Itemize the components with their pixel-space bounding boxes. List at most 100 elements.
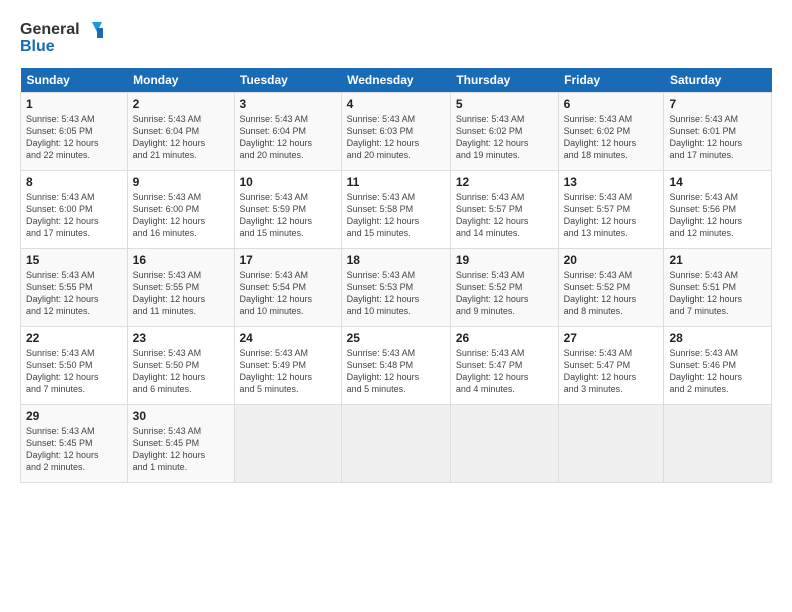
day-number: 30: [133, 409, 229, 423]
day-detail: Sunrise: 5:43 AMSunset: 5:50 PMDaylight:…: [26, 347, 122, 396]
day-detail: Sunrise: 5:43 AMSunset: 5:52 PMDaylight:…: [564, 269, 659, 318]
table-row: 9 Sunrise: 5:43 AMSunset: 6:00 PMDaylight…: [127, 171, 234, 249]
table-row: 17 Sunrise: 5:43 AMSunset: 5:54 PMDayligh…: [234, 249, 341, 327]
day-number: 11: [347, 175, 445, 189]
table-row: 27 Sunrise: 5:43 AMSunset: 5:47 PMDayligh…: [558, 327, 664, 405]
logo: General Blue: [20, 20, 104, 56]
day-detail: Sunrise: 5:43 AMSunset: 6:02 PMDaylight:…: [456, 113, 553, 162]
day-number: 12: [456, 175, 553, 189]
table-row: 14 Sunrise: 5:43 AMSunset: 5:56 PMDayligh…: [664, 171, 772, 249]
col-header-thursday: Thursday: [450, 68, 558, 93]
day-detail: Sunrise: 5:43 AMSunset: 6:02 PMDaylight:…: [564, 113, 659, 162]
day-number: 5: [456, 97, 553, 111]
table-row: 12 Sunrise: 5:43 AMSunset: 5:57 PMDayligh…: [450, 171, 558, 249]
col-header-tuesday: Tuesday: [234, 68, 341, 93]
day-detail: Sunrise: 5:43 AMSunset: 5:59 PMDaylight:…: [240, 191, 336, 240]
day-number: 15: [26, 253, 122, 267]
table-row: 7 Sunrise: 5:43 AMSunset: 6:01 PMDaylight…: [664, 93, 772, 171]
day-number: 19: [456, 253, 553, 267]
day-number: 16: [133, 253, 229, 267]
col-header-sunday: Sunday: [21, 68, 128, 93]
table-row: 2 Sunrise: 5:43 AMSunset: 6:04 PMDaylight…: [127, 93, 234, 171]
day-detail: Sunrise: 5:43 AMSunset: 6:04 PMDaylight:…: [133, 113, 229, 162]
day-number: 23: [133, 331, 229, 345]
day-number: 27: [564, 331, 659, 345]
table-row: 26Sunrise: 5:43 AMSunset: 5:47 PMDayligh…: [450, 327, 558, 405]
day-number: 17: [240, 253, 336, 267]
col-header-saturday: Saturday: [664, 68, 772, 93]
day-number: 24: [240, 331, 336, 345]
table-row: 20 Sunrise: 5:43 AMSunset: 5:52 PMDayligh…: [558, 249, 664, 327]
col-header-friday: Friday: [558, 68, 664, 93]
table-row: 4 Sunrise: 5:43 AMSunset: 6:03 PMDaylight…: [341, 93, 450, 171]
day-detail: Sunrise: 5:43 AMSunset: 5:48 PMDaylight:…: [347, 347, 445, 396]
day-number: 13: [564, 175, 659, 189]
table-row: 16 Sunrise: 5:43 AMSunset: 5:55 PMDayligh…: [127, 249, 234, 327]
day-number: 1: [26, 97, 122, 111]
col-header-wednesday: Wednesday: [341, 68, 450, 93]
table-row: [450, 405, 558, 483]
day-detail: Sunrise: 5:43 AMSunset: 5:57 PMDaylight:…: [456, 191, 553, 240]
day-number: 26: [456, 331, 553, 345]
table-row: 3 Sunrise: 5:43 AMSunset: 6:04 PMDaylight…: [234, 93, 341, 171]
day-detail: Sunrise: 5:43 AMSunset: 6:05 PMDaylight:…: [26, 113, 122, 162]
table-row: 8Sunrise: 5:43 AMSunset: 6:00 PMDaylight…: [21, 171, 128, 249]
day-detail: Sunrise: 5:43 AMSunset: 6:04 PMDaylight:…: [240, 113, 336, 162]
day-detail: Sunrise: 5:43 AMSunset: 5:58 PMDaylight:…: [347, 191, 445, 240]
day-detail: Sunrise: 5:43 AMSunset: 6:00 PMDaylight:…: [133, 191, 229, 240]
table-row: 28 Sunrise: 5:43 AMSunset: 5:46 PMDayligh…: [664, 327, 772, 405]
table-row: 5 Sunrise: 5:43 AMSunset: 6:02 PMDaylight…: [450, 93, 558, 171]
calendar-table: SundayMondayTuesdayWednesdayThursdayFrid…: [20, 68, 772, 483]
table-row: 24 Sunrise: 5:43 AMSunset: 5:49 PMDayligh…: [234, 327, 341, 405]
col-header-monday: Monday: [127, 68, 234, 93]
table-row: [341, 405, 450, 483]
table-row: 21Sunrise: 5:43 AMSunset: 5:51 PMDayligh…: [664, 249, 772, 327]
day-detail: Sunrise: 5:43 AMSunset: 5:52 PMDaylight:…: [456, 269, 553, 318]
day-detail: Sunrise: 5:43 AMSunset: 5:54 PMDaylight:…: [240, 269, 336, 318]
table-row: [558, 405, 664, 483]
day-detail: Sunrise: 5:43 AMSunset: 5:55 PMDaylight:…: [26, 269, 122, 318]
table-row: 11 Sunrise: 5:43 AMSunset: 5:58 PMDayligh…: [341, 171, 450, 249]
day-detail: Sunrise: 5:43 AMSunset: 5:56 PMDaylight:…: [669, 191, 766, 240]
day-detail: Sunrise: 5:43 AMSunset: 5:46 PMDaylight:…: [669, 347, 766, 396]
day-number: 8: [26, 175, 122, 189]
day-number: 22: [26, 331, 122, 345]
day-detail: Sunrise: 5:43 AMSunset: 5:50 PMDaylight:…: [133, 347, 229, 396]
table-row: 23 Sunrise: 5:43 AMSunset: 5:50 PMDayligh…: [127, 327, 234, 405]
table-row: 10 Sunrise: 5:43 AMSunset: 5:59 PMDayligh…: [234, 171, 341, 249]
day-detail: Sunrise: 5:43 AMSunset: 5:57 PMDaylight:…: [564, 191, 659, 240]
table-row: [234, 405, 341, 483]
day-number: 18: [347, 253, 445, 267]
day-detail: Sunrise: 5:43 AMSunset: 5:49 PMDaylight:…: [240, 347, 336, 396]
day-number: 10: [240, 175, 336, 189]
day-detail: Sunrise: 5:43 AMSunset: 5:47 PMDaylight:…: [564, 347, 659, 396]
day-detail: Sunrise: 5:43 AMSunset: 5:45 PMDaylight:…: [26, 425, 122, 474]
table-row: 25Sunrise: 5:43 AMSunset: 5:48 PMDayligh…: [341, 327, 450, 405]
day-detail: Sunrise: 5:43 AMSunset: 5:51 PMDaylight:…: [669, 269, 766, 318]
day-number: 2: [133, 97, 229, 111]
table-row: 29 Sunrise: 5:43 AMSunset: 5:45 PMDayligh…: [21, 405, 128, 483]
day-detail: Sunrise: 5:43 AMSunset: 5:53 PMDaylight:…: [347, 269, 445, 318]
day-number: 9: [133, 175, 229, 189]
table-row: 15 Sunrise: 5:43 AMSunset: 5:55 PMDayligh…: [21, 249, 128, 327]
table-row: 30 Sunrise: 5:43 AMSunset: 5:45 PMDayligh…: [127, 405, 234, 483]
day-number: 3: [240, 97, 336, 111]
table-row: 18 Sunrise: 5:43 AMSunset: 5:53 PMDayligh…: [341, 249, 450, 327]
table-row: 13 Sunrise: 5:43 AMSunset: 5:57 PMDayligh…: [558, 171, 664, 249]
day-number: 4: [347, 97, 445, 111]
table-row: 19 Sunrise: 5:43 AMSunset: 5:52 PMDayligh…: [450, 249, 558, 327]
day-detail: Sunrise: 5:43 AMSunset: 6:01 PMDaylight:…: [669, 113, 766, 162]
day-number: 28: [669, 331, 766, 345]
table-row: [664, 405, 772, 483]
day-number: 20: [564, 253, 659, 267]
table-row: 6 Sunrise: 5:43 AMSunset: 6:02 PMDaylight…: [558, 93, 664, 171]
day-number: 6: [564, 97, 659, 111]
table-row: 1 Sunrise: 5:43 AMSunset: 6:05 PMDaylight…: [21, 93, 128, 171]
day-detail: Sunrise: 5:43 AMSunset: 5:45 PMDaylight:…: [133, 425, 229, 474]
day-detail: Sunrise: 5:43 AMSunset: 5:55 PMDaylight:…: [133, 269, 229, 318]
table-row: 22 Sunrise: 5:43 AMSunset: 5:50 PMDayligh…: [21, 327, 128, 405]
day-number: 14: [669, 175, 766, 189]
day-number: 7: [669, 97, 766, 111]
day-number: 29: [26, 409, 122, 423]
day-detail: Sunrise: 5:43 AMSunset: 6:03 PMDaylight:…: [347, 113, 445, 162]
